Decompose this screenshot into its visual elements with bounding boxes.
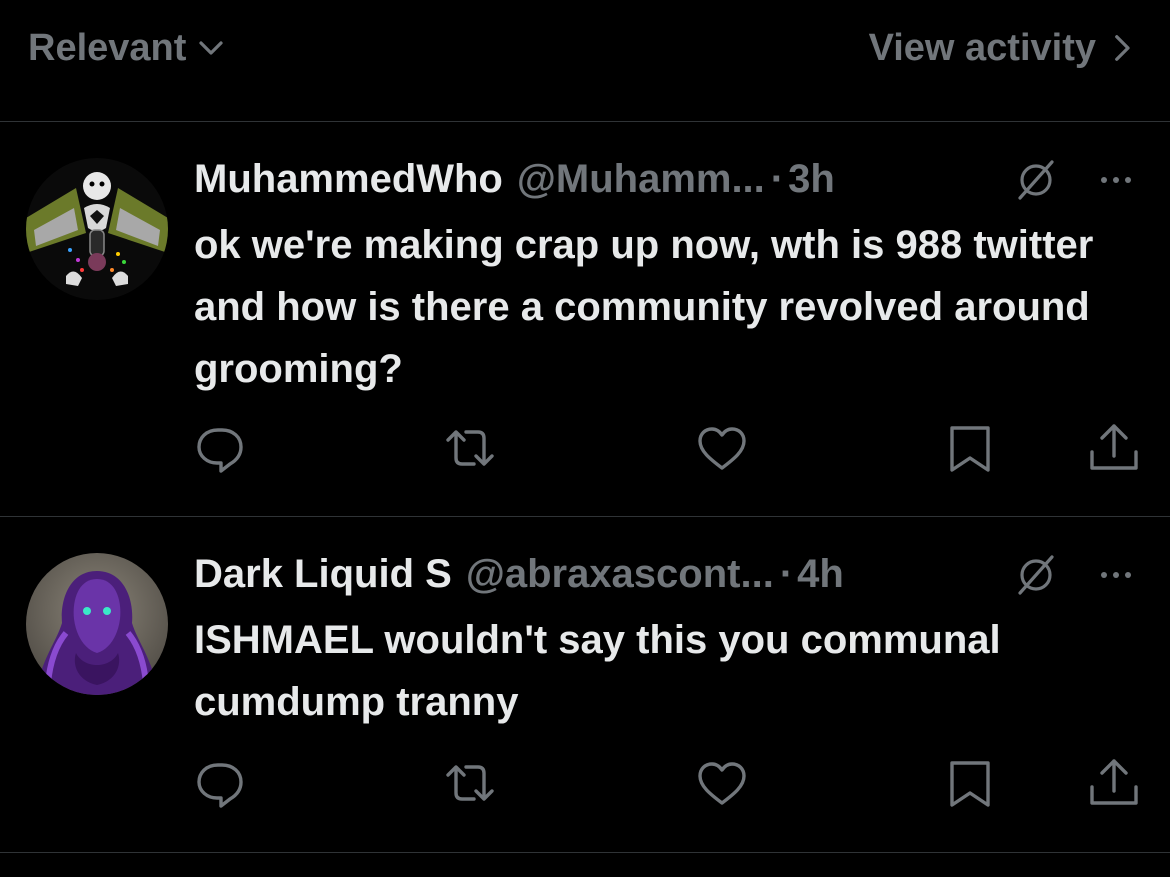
sort-label: Relevant xyxy=(28,26,187,69)
share-icon xyxy=(1090,759,1138,805)
view-activity-label: View activity xyxy=(868,26,1096,69)
chevron-right-icon xyxy=(1115,35,1130,61)
display-name[interactable]: Dark Liquid S xyxy=(194,552,452,597)
timestamp[interactable]: 4h xyxy=(797,552,844,597)
like-button[interactable] xyxy=(692,418,752,478)
user-handle[interactable]: @abraxascont... xyxy=(466,552,774,597)
share-icon xyxy=(1090,424,1138,470)
view-activity-link[interactable]: View activity xyxy=(869,24,1136,72)
like-button[interactable] xyxy=(692,753,752,813)
display-name[interactable]: MuhammedWho xyxy=(194,157,503,202)
reply-post[interactable]: Dark Liquid S @abraxascont... · 4h ISHMA… xyxy=(0,517,1170,853)
reply-icon xyxy=(197,428,243,473)
bookmark-button[interactable] xyxy=(940,753,1000,813)
share-button[interactable] xyxy=(1084,418,1144,478)
reply-button[interactable] xyxy=(190,418,250,478)
action-bar xyxy=(0,418,1170,478)
like-icon xyxy=(698,762,746,805)
reply-button[interactable] xyxy=(190,753,250,813)
retweet-icon xyxy=(446,430,494,466)
grok-icon[interactable] xyxy=(1014,553,1058,597)
separator-dot: · xyxy=(770,156,785,201)
retweet-button[interactable] xyxy=(440,418,500,478)
timestamp[interactable]: 3h xyxy=(788,157,835,202)
separator-dot: · xyxy=(779,551,794,596)
reply-post[interactable]: MuhammedWho @Muhamm... · 3h ok we're mak… xyxy=(0,122,1170,517)
like-icon xyxy=(698,427,746,470)
sort-replies-button[interactable]: Relevant xyxy=(28,24,226,72)
reply-text: ok we're making crap up now, wth is 988 … xyxy=(194,223,1105,391)
bookmark-button[interactable] xyxy=(940,418,1000,478)
retweet-button[interactable] xyxy=(440,753,500,813)
share-button[interactable] xyxy=(1084,753,1144,813)
avatar[interactable] xyxy=(26,553,168,695)
avatar-image xyxy=(26,553,168,695)
replies-header-bar: Relevant View activity xyxy=(0,0,1170,122)
user-handle[interactable]: @Muhamm... xyxy=(517,157,765,202)
reply-header: MuhammedWho @Muhamm... · 3h xyxy=(194,152,1004,206)
grok-icon[interactable] xyxy=(1014,158,1058,202)
reply-icon xyxy=(197,763,243,808)
avatar[interactable] xyxy=(26,158,168,300)
retweet-icon xyxy=(446,765,494,801)
bookmark-icon xyxy=(950,761,990,807)
more-icon[interactable] xyxy=(1092,168,1140,192)
more-icon[interactable] xyxy=(1092,563,1140,587)
reply-header: Dark Liquid S @abraxascont... · 4h xyxy=(194,547,1004,601)
avatar-image xyxy=(26,158,168,300)
action-bar xyxy=(0,753,1170,813)
chevron-down-icon xyxy=(199,41,224,55)
reply-text: ISHMAEL wouldn't say this you communal c… xyxy=(194,618,1012,724)
bookmark-icon xyxy=(950,426,990,472)
